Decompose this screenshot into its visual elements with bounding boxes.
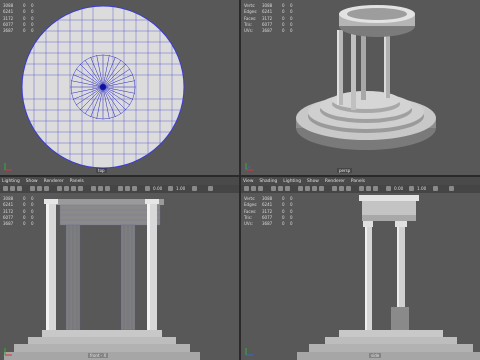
viewport-divider-horizontal[interactable] <box>0 175 480 177</box>
viewport-divider-vertical[interactable] <box>239 0 241 360</box>
viewport-caption-side: side <box>369 353 382 358</box>
viewport-front[interactable]: Lighting Show Renderer Panels 0.00 1.00 … <box>0 177 239 360</box>
side-view-model <box>297 195 480 360</box>
viewport-caption-top: top <box>96 168 107 173</box>
viewport-caption-front: front - X <box>88 353 109 358</box>
viewport-side[interactable]: View Shading Lighting Show Renderer Pane… <box>241 177 480 360</box>
front-view-model <box>4 199 200 360</box>
axis-gizmo-persp <box>244 162 254 172</box>
viewport-top[interactable]: 3088 0 0 6241 0 0 3172 0 0 6077 0 0 3687 0 0 top <box>0 0 239 175</box>
axis-gizmo-top <box>3 162 13 172</box>
viewport-caption-persp: persp <box>337 168 353 173</box>
top-view-mesh <box>21 5 185 169</box>
axis-gizmo-side <box>244 347 254 357</box>
persp-view-model <box>296 5 436 150</box>
viewport-persp[interactable]: Verts: 3088 0 0 Edges: 6241 0 0 Faces: 3172 0 0 T… <box>241 0 480 175</box>
axis-gizmo-front <box>3 347 13 357</box>
